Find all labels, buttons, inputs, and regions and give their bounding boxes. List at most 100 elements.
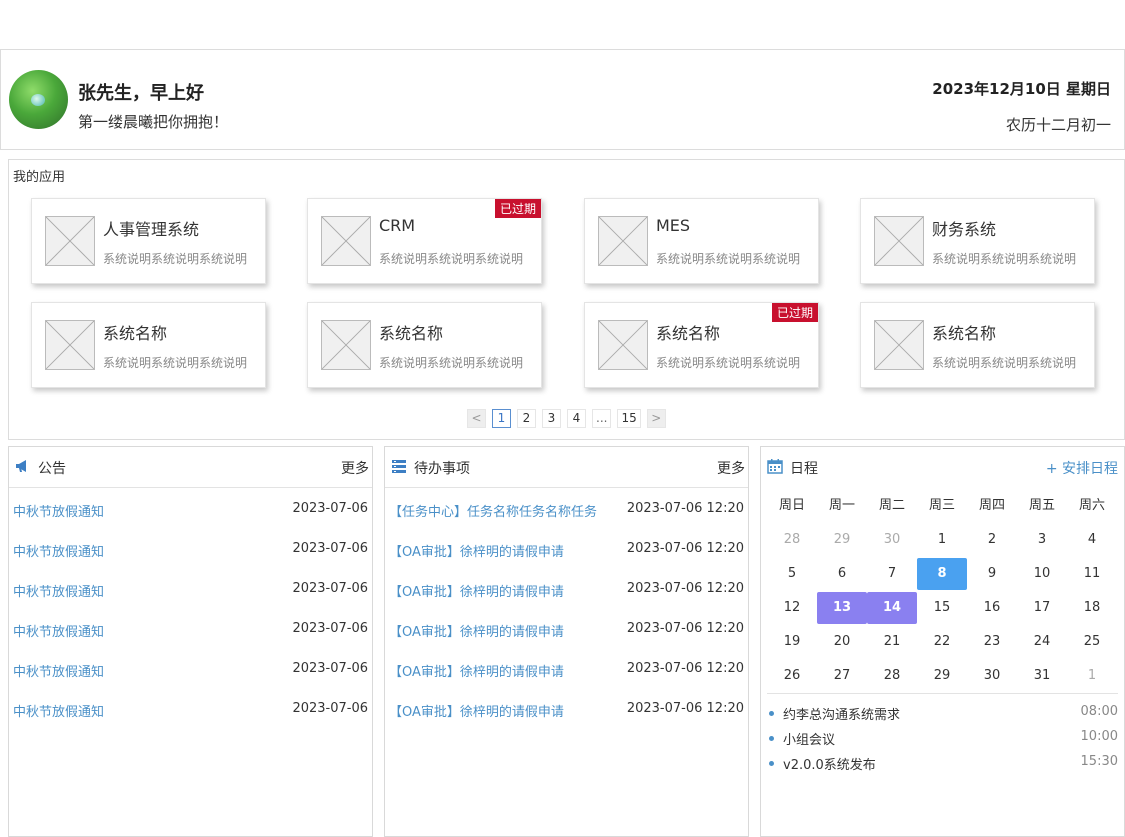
notice-row[interactable]: 中秋节放假通知 2023-07-06 — [13, 701, 368, 721]
calendar-day[interactable]: 27 — [817, 660, 867, 692]
calendar-day[interactable]: 30 — [967, 660, 1017, 692]
calendar-day[interactable]: 8 — [917, 558, 967, 590]
my-apps-title: 我的应用 — [13, 170, 66, 185]
avatar[interactable] — [9, 70, 68, 129]
calendar-day[interactable]: 23 — [967, 626, 1017, 658]
pager-page[interactable]: 3 — [542, 409, 561, 428]
notice-link[interactable]: 中秋节放假通知 — [13, 581, 104, 600]
calendar-day[interactable]: 25 — [1067, 626, 1117, 658]
notice-row[interactable]: 中秋节放假通知 2023-07-06 — [13, 621, 368, 641]
calendar-day[interactable]: 13 — [817, 592, 867, 624]
schedule-item[interactable]: 小组会议 10:00 — [769, 729, 1118, 749]
calendar-day[interactable]: 6 — [817, 558, 867, 590]
calendar-day[interactable]: 29 — [817, 524, 867, 556]
notice-more-link[interactable]: 更多 — [341, 458, 369, 478]
app-card[interactable]: 人事管理系统 系统说明系统说明系统说明 — [31, 198, 266, 284]
app-name: 系统名称 — [379, 324, 444, 343]
notice-title: 公告 — [38, 461, 66, 477]
notice-row[interactable]: 中秋节放假通知 2023-07-06 — [13, 581, 368, 601]
calendar-day[interactable]: 20 — [817, 626, 867, 658]
calendar-day[interactable]: 7 — [867, 558, 917, 590]
megaphone-icon — [16, 460, 26, 472]
app-card[interactable]: 财务系统 系统说明系统说明系统说明 — [860, 198, 1095, 284]
calendar-day[interactable]: 9 — [967, 558, 1017, 590]
app-card[interactable]: 系统名称 系统说明系统说明系统说明 — [860, 302, 1095, 388]
app-card[interactable]: MES 系统说明系统说明系统说明 — [584, 198, 819, 284]
notice-row[interactable]: 中秋节放假通知 2023-07-06 — [13, 501, 368, 521]
todo-link[interactable]: 【OA审批】徐梓明的请假申请 — [389, 581, 564, 600]
app-pagination: <1 2 3 4... 15 > — [467, 409, 666, 429]
notice-link[interactable]: 中秋节放假通知 — [13, 701, 104, 720]
schedule-header: 日程 + 安排日程 — [761, 447, 1124, 488]
app-name: 财务系统 — [932, 220, 997, 239]
calendar-day[interactable]: 15 — [917, 592, 967, 624]
calendar-day[interactable]: 24 — [1017, 626, 1067, 658]
calendar-day[interactable]: 11 — [1067, 558, 1117, 590]
welcome-card: 张先生，早上好 第一缕晨曦把你拥抱！ 2023年12月10日 星期日 农历十二月… — [0, 49, 1125, 150]
calendar-day[interactable]: 3 — [1017, 524, 1067, 556]
notice-row[interactable]: 中秋节放假通知 2023-07-06 — [13, 661, 368, 681]
notice-row[interactable]: 中秋节放假通知 2023-07-06 — [13, 541, 368, 561]
calendar-day[interactable]: 30 — [867, 524, 917, 556]
calendar-day[interactable]: 1 — [1067, 660, 1117, 692]
calendar-day[interactable]: 29 — [917, 660, 967, 692]
notice-date: 2023-07-06 — [292, 581, 368, 596]
todo-row[interactable]: 【OA审批】徐梓明的请假申请 2023-07-06 12:20 — [389, 541, 744, 561]
todo-row[interactable]: 【OA审批】徐梓明的请假申请 2023-07-06 12:20 — [389, 581, 744, 601]
calendar-day[interactable]: 21 — [867, 626, 917, 658]
add-schedule-button[interactable]: + 安排日程 — [1046, 458, 1118, 478]
calendar-day[interactable]: 19 — [767, 626, 817, 658]
todo-link[interactable]: 【OA审批】徐梓明的请假申请 — [389, 661, 564, 680]
weekday-label: 周一 — [828, 498, 855, 513]
calendar-day[interactable]: 1 — [917, 524, 967, 556]
app-description: 系统说明系统说明系统说明 — [932, 356, 1077, 370]
calendar-day[interactable]: 10 — [1017, 558, 1067, 590]
todo-link[interactable]: 【OA审批】徐梓明的请假申请 — [389, 541, 564, 560]
todo-link[interactable]: 【任务中心】任务名称任务名称任务 — [389, 501, 597, 520]
bullet-dot — [769, 711, 774, 716]
expired-badge: 已过期 — [771, 303, 818, 322]
notice-link[interactable]: 中秋节放假通知 — [13, 621, 104, 640]
calendar-day[interactable]: 17 — [1017, 592, 1067, 624]
todo-row[interactable]: 【OA审批】徐梓明的请假申请 2023-07-06 12:20 — [389, 621, 744, 641]
notice-link[interactable]: 中秋节放假通知 — [13, 661, 104, 680]
notice-link[interactable]: 中秋节放假通知 — [13, 501, 104, 520]
todo-link[interactable]: 【OA审批】徐梓明的请假申请 — [389, 621, 564, 640]
app-card[interactable]: CRM 系统说明系统说明系统说明 已过期 — [307, 198, 542, 284]
schedule-item[interactable]: 约李总沟通系统需求 08:00 — [769, 704, 1118, 724]
calendar-day[interactable]: 18 — [1067, 592, 1117, 624]
calendar-day[interactable]: 28 — [867, 660, 917, 692]
pager-prev-button[interactable]: < — [467, 409, 486, 428]
calendar-day[interactable]: 5 — [767, 558, 817, 590]
app-card[interactable]: 系统名称 系统说明系统说明系统说明 已过期 — [584, 302, 819, 388]
pager-next-button[interactable]: > — [646, 409, 666, 428]
calendar-day[interactable]: 2 — [967, 524, 1017, 556]
schedule-item[interactable]: v2.0.0系统发布 15:30 — [769, 754, 1118, 774]
calendar-day[interactable]: 22 — [917, 626, 967, 658]
calendar-day[interactable]: 4 — [1067, 524, 1117, 556]
app-card[interactable]: 系统名称 系统说明系统说明系统说明 — [31, 302, 266, 388]
pager-page[interactable]: 1 — [492, 409, 511, 428]
calendar-day[interactable]: 16 — [967, 592, 1017, 624]
pager-page[interactable]: 15 — [617, 409, 641, 428]
calendar-day[interactable]: 14 — [867, 592, 917, 624]
schedule-time: 08:00 — [1080, 704, 1118, 719]
pager-page[interactable]: 4 — [567, 409, 586, 428]
pager-page[interactable]: 2 — [517, 409, 536, 428]
notice-link[interactable]: 中秋节放假通知 — [13, 541, 104, 560]
app-icon-placeholder — [874, 216, 924, 266]
app-name: MES — [656, 216, 691, 235]
app-description: 系统说明系统说明系统说明 — [379, 252, 524, 266]
calendar-day[interactable]: 28 — [767, 524, 817, 556]
calendar-day[interactable]: 31 — [1017, 660, 1067, 692]
calendar-day[interactable]: 26 — [767, 660, 817, 692]
todo-more-link[interactable]: 更多 — [717, 458, 745, 478]
todo-row[interactable]: 【任务中心】任务名称任务名称任务 2023-07-06 12:20 — [389, 501, 744, 521]
app-card[interactable]: 系统名称 系统说明系统说明系统说明 — [307, 302, 542, 388]
app-icon-placeholder — [598, 216, 648, 266]
app-description: 系统说明系统说明系统说明 — [103, 356, 248, 370]
todo-row[interactable]: 【OA审批】徐梓明的请假申请 2023-07-06 12:20 — [389, 661, 744, 681]
todo-link[interactable]: 【OA审批】徐梓明的请假申请 — [389, 701, 564, 720]
todo-row[interactable]: 【OA审批】徐梓明的请假申请 2023-07-06 12:20 — [389, 701, 744, 721]
calendar-day[interactable]: 12 — [767, 592, 817, 624]
